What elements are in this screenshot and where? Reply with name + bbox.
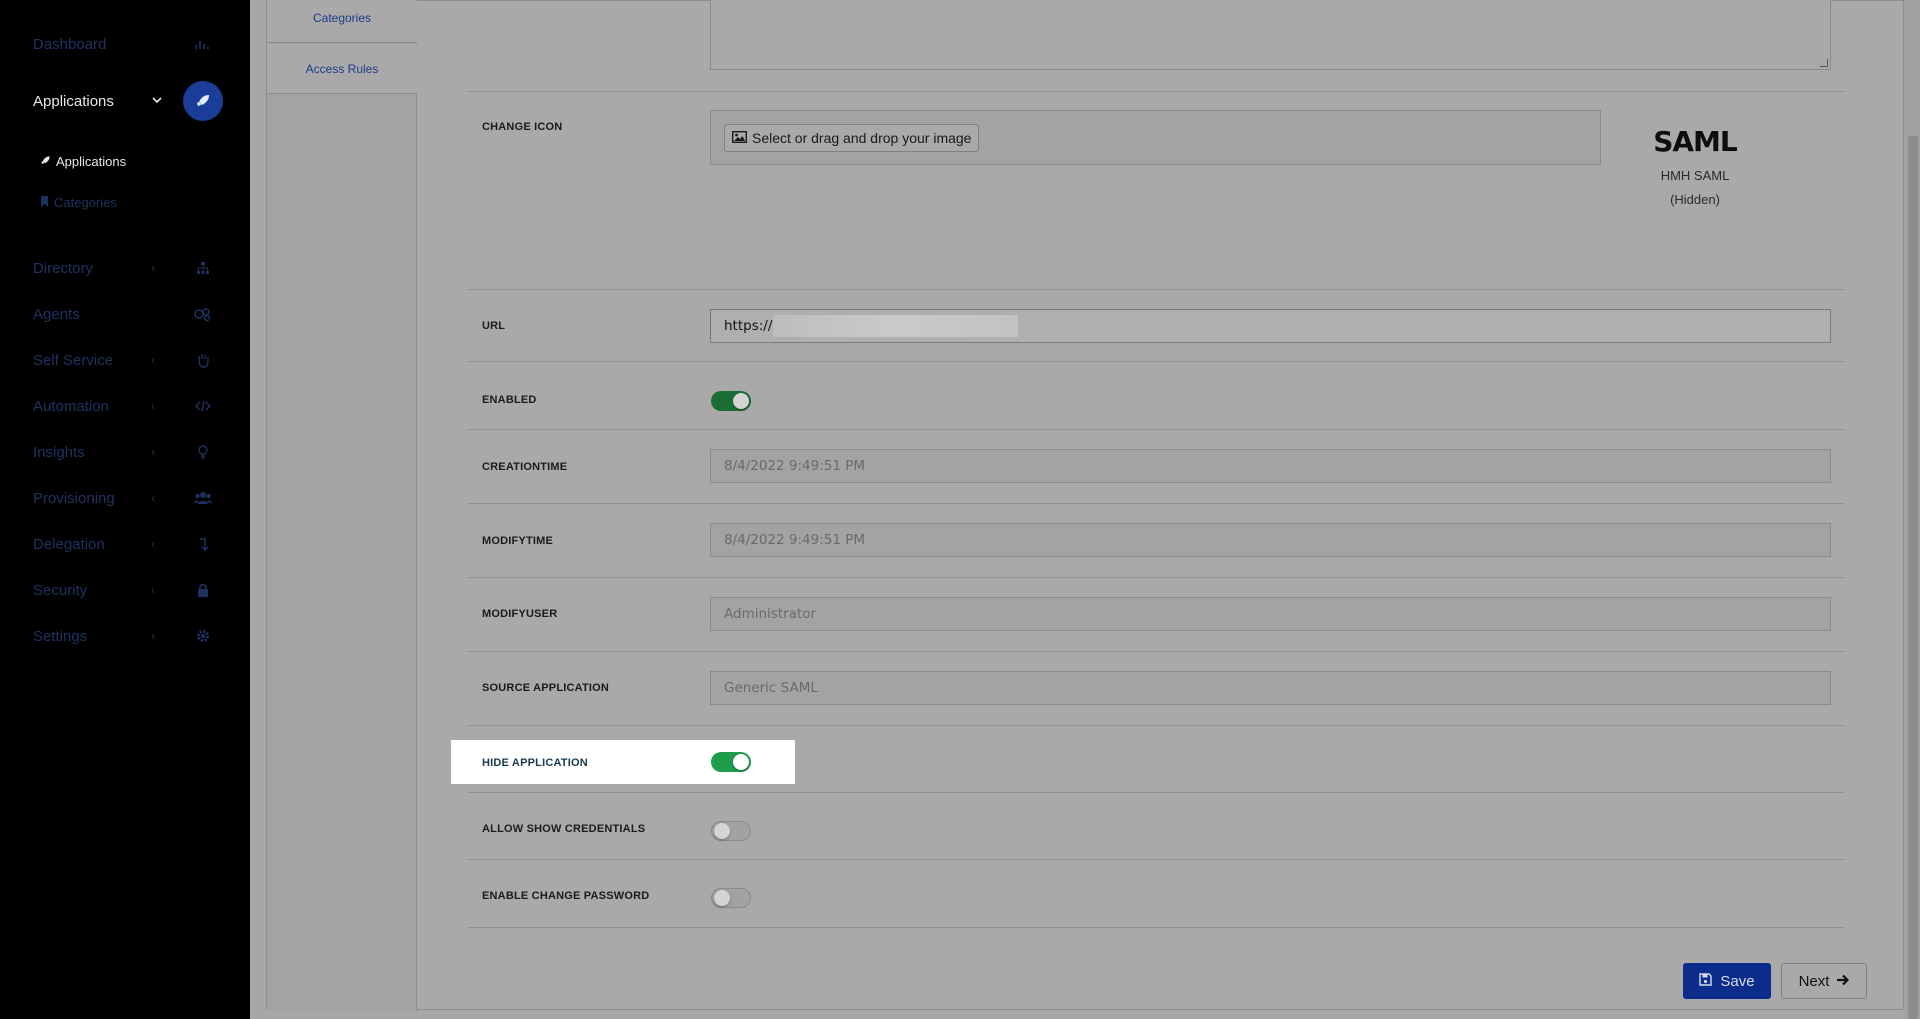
save-button[interactable]: Save [1683,963,1771,999]
arrow-right-icon [1836,973,1850,990]
preview-app-name: HMH SAML [1660,168,1730,183]
hide-application-toggle[interactable] [711,752,751,772]
next-label: Next [1798,972,1830,990]
modifyuser-value: Administrator [724,606,817,622]
form-row-enable-change-password [467,860,1845,928]
enabled-toggle[interactable] [711,391,751,411]
enable-change-password-label: ENABLE CHANGE PASSWORD [482,890,650,902]
allow-show-credentials-label: ALLOW SHOW CREDENTIALS [482,823,646,835]
creationtime-field: 8/4/2022 9:49:51 PM [710,449,1831,483]
modifyuser-field: Administrator [710,597,1831,631]
preview-app-status: (Hidden) [1670,192,1720,207]
url-input[interactable]: https:// [710,309,1831,343]
toggle-knob [714,890,730,906]
redacted-url [773,315,1019,337]
modifytime-field: 8/4/2022 9:49:51 PM [710,523,1831,557]
image-icon [731,130,748,146]
form: CHANGE ICON Select or drag and drop your… [0,0,1920,1019]
toggle-knob [733,393,749,409]
icon-preview: SAML HMH SAML (Hidden) [1640,125,1750,212]
saml-logo: SAML [1653,125,1738,158]
source-application-field: Generic SAML [710,671,1831,705]
next-button[interactable]: Next [1781,963,1867,999]
modifytime-label: MODIFYTIME [482,535,554,547]
toggle-knob [733,754,749,770]
allow-show-credentials-toggle[interactable] [711,821,751,841]
creationtime-label: CREATIONTIME [482,461,568,473]
form-row-allow-show-credentials [467,793,1845,860]
modifyuser-label: MODIFYUSER [482,608,558,620]
hide-application-highlight: HIDE APPLICATION [451,740,795,784]
source-application-label: SOURCE APPLICATION [482,682,610,694]
select-image-label: Select or drag and drop your image [752,130,972,146]
url-label: URL [482,320,506,332]
icon-dropzone[interactable]: Select or drag and drop your image [710,110,1601,165]
enable-change-password-toggle[interactable] [711,888,751,908]
url-value: https:// [724,318,773,334]
select-image-button[interactable]: Select or drag and drop your image [724,124,980,152]
creationtime-value: 8/4/2022 9:49:51 PM [724,458,866,474]
modifytime-value: 8/4/2022 9:49:51 PM [724,532,866,548]
floppy-disk-icon [1699,972,1713,990]
change-icon-label: CHANGE ICON [482,121,563,133]
source-application-value: Generic SAML [724,680,818,696]
toggle-knob [714,823,730,839]
form-row-description [467,0,1845,92]
enabled-label: ENABLED [482,394,537,406]
hide-application-label: HIDE APPLICATION [482,757,588,769]
form-row-enabled [467,362,1845,430]
save-label: Save [1720,972,1755,990]
